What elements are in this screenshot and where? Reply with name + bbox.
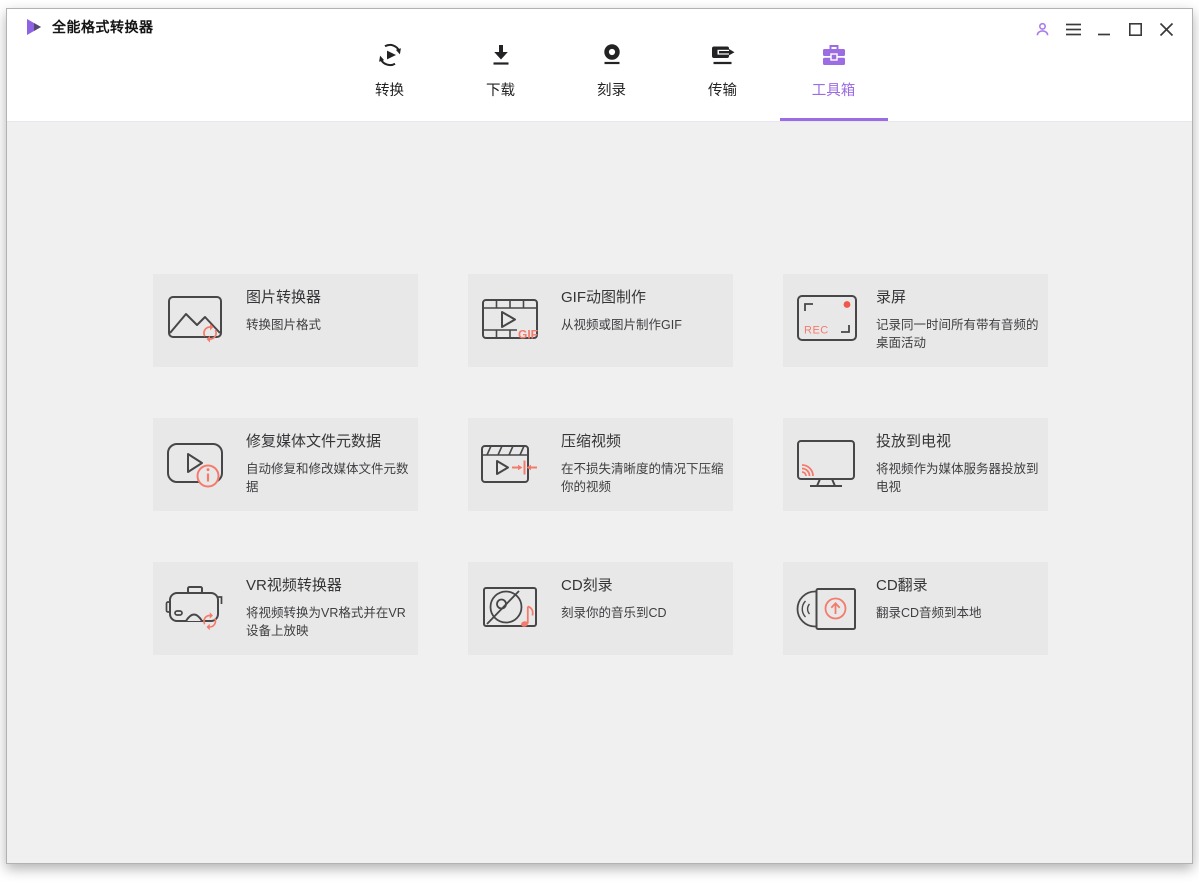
- card-text: 录屏 记录同一时间所有带有音频的桌面活动: [876, 274, 1046, 367]
- card-text: CD翻录 翻录CD音频到本地: [876, 562, 1046, 655]
- card-gif-maker[interactable]: GIF GIF动图制作 从视频或图片制作GIF: [468, 274, 733, 367]
- card-desc: 在不损失清晰度的情况下压缩你的视频: [561, 462, 724, 494]
- card-cast-to-tv[interactable]: 投放到电视 将视频作为媒体服务器投放到电视: [783, 418, 1048, 511]
- compress-video-icon: [481, 444, 537, 483]
- card-desc: 将视频作为媒体服务器投放到电视: [876, 462, 1039, 494]
- app-logo-icon: [27, 19, 41, 35]
- card-desc: 从视频或图片制作GIF: [561, 318, 682, 332]
- card-title: 修复媒体文件元数据: [246, 433, 382, 450]
- card-title: GIF动图制作: [561, 289, 646, 306]
- convert-icon: [378, 43, 401, 67]
- cast-to-tv-icon: [797, 439, 855, 487]
- card-desc: 记录同一时间所有带有音频的桌面活动: [876, 318, 1039, 350]
- svg-text:REC: REC: [804, 324, 829, 336]
- card-text: 压缩视频 在不损失清晰度的情况下压缩你的视频: [561, 418, 731, 511]
- card-text: GIF动图制作 从视频或图片制作GIF: [561, 274, 731, 367]
- card-cd-rip[interactable]: CD翻录 翻录CD音频到本地: [783, 562, 1048, 655]
- card-title: 图片转换器: [246, 289, 322, 306]
- card-title: CD翻录: [876, 577, 928, 594]
- card-compress-video[interactable]: 压缩视频 在不损失清晰度的情况下压缩你的视频: [468, 418, 733, 511]
- card-desc: 翻录CD音频到本地: [876, 606, 982, 620]
- tab-label: 传输: [708, 83, 737, 99]
- card-title: 压缩视频: [561, 433, 622, 450]
- card-text: 修复媒体文件元数据 自动修复和修改媒体文件元数据: [246, 418, 416, 511]
- titlebar: 全能格式转换器: [25, 17, 154, 37]
- maximize-icon[interactable]: [1123, 19, 1147, 39]
- card-title: CD刻录: [561, 577, 613, 594]
- card-text: 投放到电视 将视频作为媒体服务器投放到电视: [876, 418, 1046, 511]
- fix-metadata-icon: [167, 442, 223, 487]
- window-controls: [1030, 19, 1178, 39]
- card-desc: 刻录你的音乐到CD: [561, 606, 667, 620]
- header: 全能格式转换器 转换 下载 刻录 传输 工具箱: [7, 9, 1192, 122]
- card-text: VR视频转换器 将视频转换为VR格式并在VR设备上放映: [246, 562, 416, 655]
- svg-text:GIF: GIF: [518, 327, 538, 341]
- minimize-icon[interactable]: [1092, 19, 1116, 39]
- toolbox-grid: 图片转换器 转换图片格式 GIF GIF动图制作 从视频或图片制作GIF REC…: [153, 274, 1048, 655]
- tab-toolbox[interactable]: 工具箱: [779, 39, 888, 121]
- card-title: 录屏: [876, 289, 907, 306]
- download-icon: [493, 45, 508, 65]
- cd-rip-icon: [796, 587, 856, 630]
- card-desc: 转换图片格式: [246, 318, 322, 332]
- tab-label: 转换: [375, 83, 404, 99]
- vr-converter-icon: [165, 585, 223, 630]
- tab-convert[interactable]: 转换: [336, 39, 444, 121]
- card-fix-metadata[interactable]: 修复媒体文件元数据 自动修复和修改媒体文件元数据: [153, 418, 418, 511]
- transfer-icon: [711, 46, 734, 65]
- tab-label: 刻录: [597, 83, 626, 99]
- card-desc: 自动修复和修改媒体文件元数据: [246, 462, 409, 494]
- card-title: 投放到电视: [876, 433, 952, 450]
- tab-burn[interactable]: 刻录: [558, 39, 666, 121]
- burn-icon: [603, 44, 620, 65]
- tab-download[interactable]: 下载: [447, 39, 555, 121]
- tab-label: 下载: [486, 83, 515, 99]
- card-image-converter[interactable]: 图片转换器 转换图片格式: [153, 274, 418, 367]
- app-window: 全能格式转换器 转换 下载 刻录 传输 工具箱 图片转换器 转换图片格式 GIF…: [6, 8, 1193, 864]
- card-desc: 将视频转换为VR格式并在VR设备上放映: [246, 606, 406, 638]
- user-icon[interactable]: [1030, 19, 1054, 39]
- card-text: 图片转换器 转换图片格式: [246, 274, 416, 367]
- card-text: CD刻录 刻录你的音乐到CD: [561, 562, 731, 655]
- card-screen-recorder[interactable]: REC 录屏 记录同一时间所有带有音频的桌面活动: [783, 274, 1048, 367]
- tab-transfer[interactable]: 传输: [669, 39, 777, 121]
- gif-maker-icon: GIF: [482, 298, 538, 341]
- cd-burn-icon: [483, 586, 537, 627]
- card-vr-converter[interactable]: VR视频转换器 将视频转换为VR格式并在VR设备上放映: [153, 562, 418, 655]
- app-title: 全能格式转换器: [52, 19, 154, 35]
- close-icon[interactable]: [1154, 19, 1178, 39]
- toolbox-icon: [822, 45, 845, 65]
- menu-icon[interactable]: [1061, 19, 1085, 39]
- card-cd-burn[interactable]: CD刻录 刻录你的音乐到CD: [468, 562, 733, 655]
- screen-recorder-icon: REC: [797, 294, 857, 341]
- tab-label: 工具箱: [811, 83, 856, 99]
- image-converter-icon: [168, 295, 222, 343]
- card-title: VR视频转换器: [246, 577, 342, 594]
- main-nav: 转换 下载 刻录 传输 工具箱: [31, 39, 1192, 121]
